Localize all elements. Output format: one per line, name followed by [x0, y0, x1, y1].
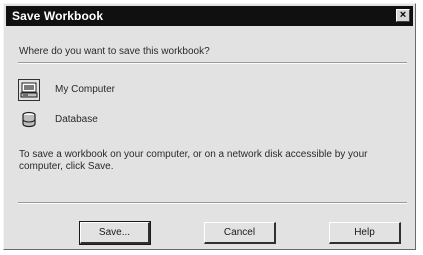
- option-my-computer[interactable]: My Computer: [18, 79, 218, 101]
- window-title: Save Workbook: [12, 9, 104, 23]
- option-my-computer-label: My Computer: [55, 84, 116, 95]
- save-location-question: Where do you want to save this workbook?: [19, 46, 210, 57]
- save-description: To save a workbook on your computer, or …: [19, 149, 368, 172]
- option-database[interactable]: Database: [18, 109, 218, 131]
- database-icon: [18, 109, 40, 131]
- top-divider: [18, 62, 407, 64]
- close-icon: ×: [399, 9, 407, 21]
- save-button[interactable]: Save...: [79, 221, 151, 245]
- save-workbook-dialog: Save Workbook × Where do you want to sav…: [3, 3, 416, 250]
- close-button[interactable]: ×: [396, 9, 410, 22]
- bottom-divider: [18, 202, 407, 204]
- cancel-button[interactable]: Cancel: [204, 222, 276, 244]
- my-computer-icon: [18, 79, 40, 101]
- help-button[interactable]: Help: [329, 222, 401, 244]
- option-database-label: Database: [55, 114, 98, 125]
- title-bar[interactable]: Save Workbook ×: [6, 6, 413, 26]
